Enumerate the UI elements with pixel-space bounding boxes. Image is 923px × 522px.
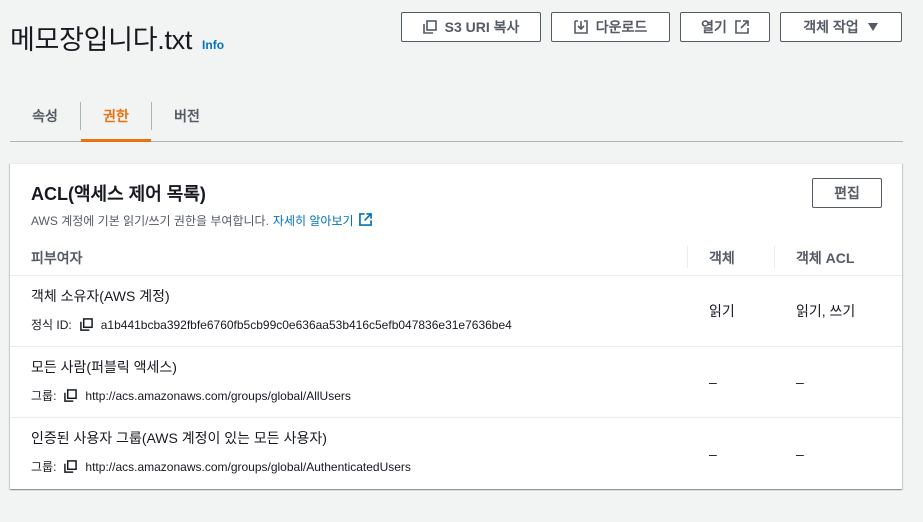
column-header-grantee: 피부여자: [31, 249, 83, 266]
table-row: 객체 소유자(AWS 계정) 정식 ID: a1b441bcba392fbfe6…: [10, 276, 902, 347]
column-header-object: 객체: [687, 240, 774, 275]
grantee-cell: 인증된 사용자 그룹(AWS 계정이 있는 모든 사용자) 그룹: http:/…: [10, 418, 687, 489]
grantee-name: 객체 소유자(AWS 계정): [31, 288, 170, 304]
object-acl-permission: –: [796, 374, 804, 390]
info-link[interactable]: Info: [202, 38, 224, 52]
group-uri-value: http://acs.amazonaws.com/groups/global/A…: [85, 459, 411, 474]
object-permission: –: [709, 445, 717, 462]
acl-description-text: AWS 계정에 기본 읽기/쓰기 권한을 부여합니다.: [31, 214, 269, 228]
header-actions: S3 URI 복사 다운로드 열기 객체 작업: [401, 12, 902, 42]
download-button[interactable]: 다운로드: [551, 12, 670, 42]
acl-panel-description: AWS 계정에 기본 읽기/쓰기 권한을 부여합니다. 자세히 알아보기: [31, 212, 372, 229]
tab-properties[interactable]: 속성: [10, 90, 80, 141]
external-link-icon: [358, 212, 372, 229]
grantee-meta: 그룹: http://acs.amazonaws.com/groups/glob…: [31, 458, 687, 475]
table-row: 인증된 사용자 그룹(AWS 계정이 있는 모든 사용자) 그룹: http:/…: [10, 418, 902, 489]
external-link-icon: [735, 20, 749, 34]
copy-icon[interactable]: [64, 460, 78, 473]
group-uri-value: http://acs.amazonaws.com/groups/global/A…: [85, 388, 351, 403]
grantee-meta: 정식 ID: a1b441bcba392fbfe6760fb5cb99c0e63…: [31, 316, 687, 333]
grantee-name: 모든 사람(퍼블릭 액세스): [31, 359, 177, 375]
object-acl-permission: 읽기, 쓰기: [796, 303, 856, 319]
object-actions-label: 객체 작업: [803, 19, 859, 35]
tab-permissions[interactable]: 권한: [81, 90, 151, 142]
grantee-cell: 객체 소유자(AWS 계정) 정식 ID: a1b441bcba392fbfe6…: [10, 276, 687, 346]
grantee-cell: 모든 사람(퍼블릭 액세스) 그룹: http://acs.amazonaws.…: [10, 347, 687, 417]
grantee-name: 인증된 사용자 그룹(AWS 계정이 있는 모든 사용자): [31, 430, 327, 446]
acl-table: 피부여자 객체 객체 ACL 객체 소유자(AWS 계정) 정식 ID: a1b…: [10, 240, 902, 489]
object-acl-permission: –: [796, 445, 804, 462]
group-label: 그룹:: [31, 460, 57, 474]
tab-bar: 속성 권한 버전: [10, 90, 903, 142]
copy-s3-uri-button[interactable]: S3 URI 복사: [401, 12, 541, 42]
tab-versions[interactable]: 버전: [152, 90, 222, 141]
canonical-id-value: a1b441bcba392fbfe6760fb5cb99c0e636aa53b4…: [100, 317, 512, 332]
acl-table-header: 피부여자 객체 객체 ACL: [10, 240, 902, 276]
download-label: 다운로드: [595, 19, 648, 35]
copy-s3-uri-label: S3 URI 복사: [444, 19, 520, 35]
copy-icon[interactable]: [79, 318, 93, 331]
object-permissions-page: 메모장입니다.txt Info S3 URI 복사 다운로드 열기 객체 작업: [0, 0, 923, 522]
learn-more-label: 자세히 알아보기: [272, 214, 354, 228]
table-row: 모든 사람(퍼블릭 액세스) 그룹: http://acs.amazonaws.…: [10, 347, 902, 418]
page-header: 메모장입니다.txt Info: [10, 18, 224, 57]
download-icon: [573, 20, 588, 34]
copy-icon[interactable]: [64, 389, 78, 402]
object-actions-dropdown[interactable]: 객체 작업: [780, 12, 902, 42]
acl-panel: ACL(액세스 제어 목록) AWS 계정에 기본 읽기/쓰기 권한을 부여합니…: [10, 163, 902, 489]
group-label: 그룹:: [31, 389, 57, 403]
learn-more-link[interactable]: 자세히 알아보기: [273, 212, 372, 229]
object-permission: 읽기: [709, 303, 735, 319]
edit-button[interactable]: 편집: [812, 178, 882, 208]
copy-icon: [422, 20, 437, 34]
caret-down-icon: [867, 22, 879, 32]
canonical-id-label: 정식 ID:: [31, 318, 72, 332]
acl-panel-title: ACL(액세스 제어 목록): [31, 184, 206, 204]
object-permission: –: [709, 374, 717, 390]
page-title: 메모장입니다.txt: [10, 25, 193, 55]
column-header-object-acl: 객체 ACL: [774, 240, 854, 275]
acl-panel-header: ACL(액세스 제어 목록) AWS 계정에 기본 읽기/쓰기 권한을 부여합니…: [31, 180, 372, 229]
open-button[interactable]: 열기: [680, 12, 770, 42]
open-label: 열기: [701, 19, 727, 35]
grantee-meta: 그룹: http://acs.amazonaws.com/groups/glob…: [31, 387, 687, 404]
